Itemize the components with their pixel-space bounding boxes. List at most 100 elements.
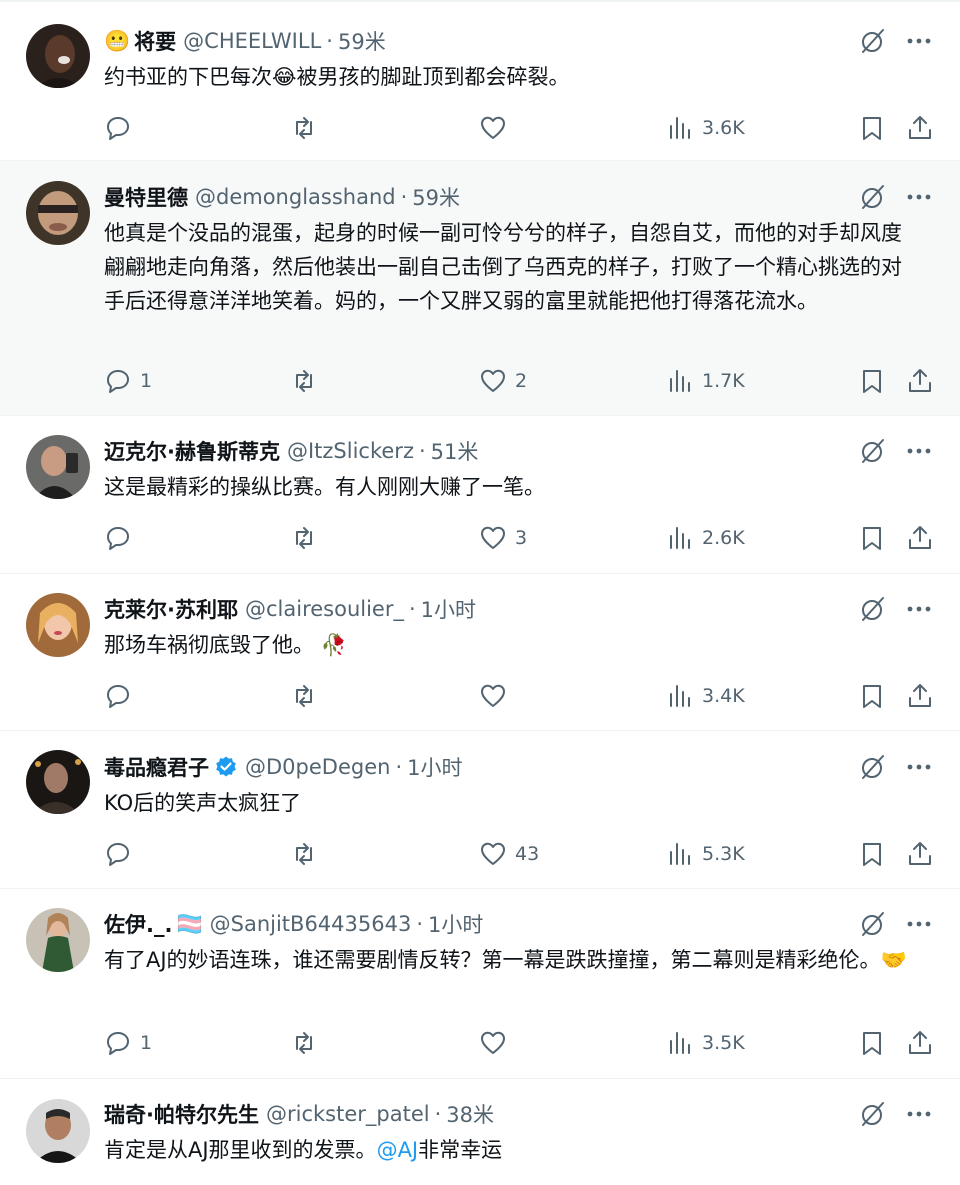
- grok-icon[interactable]: [858, 436, 888, 466]
- retweet-button[interactable]: [290, 113, 318, 143]
- tweet[interactable]: 毒品瘾君子 @D0peDegen · 1小时 KO后的笑声太疯狂了 43 5.3…: [0, 730, 960, 888]
- bookmark-button[interactable]: [858, 681, 886, 711]
- action-bar: 3.6K: [104, 113, 934, 143]
- share-icon: [909, 116, 931, 139]
- tweet[interactable]: 😬 将要 @CHEELWILL · 59米 约书亚的下巴每次😂被男孩的脚趾顶到都…: [0, 0, 960, 160]
- retweet-icon: [296, 685, 312, 707]
- share-button[interactable]: [906, 113, 934, 143]
- bookmark-button[interactable]: [858, 366, 886, 396]
- views-button[interactable]: 3.4K: [666, 681, 745, 711]
- avatar[interactable]: [26, 435, 90, 499]
- handle[interactable]: @SanjitB64435643: [210, 912, 412, 936]
- timestamp[interactable]: 59米: [412, 182, 460, 212]
- handle[interactable]: @CHEELWILL: [183, 29, 321, 53]
- bookmark-button[interactable]: [858, 1028, 886, 1058]
- reply-button[interactable]: 1: [104, 1028, 152, 1058]
- like-button[interactable]: [479, 1028, 515, 1058]
- grok-icon[interactable]: [858, 182, 888, 212]
- retweet-button[interactable]: [290, 839, 318, 869]
- tweet-text: 肯定是从AJ那里收到的发票。@AJ非常幸运: [104, 1138, 503, 1162]
- views-button[interactable]: 1.7K: [666, 366, 745, 396]
- share-button[interactable]: [906, 366, 934, 396]
- grok-icon[interactable]: [858, 909, 888, 939]
- retweet-button[interactable]: [290, 1028, 318, 1058]
- reply-button[interactable]: 1: [104, 366, 152, 396]
- more-icon[interactable]: [904, 436, 934, 466]
- more-icon[interactable]: [904, 752, 934, 782]
- like-button[interactable]: 2: [479, 366, 527, 396]
- handle[interactable]: @rickster_patel: [266, 1102, 430, 1126]
- bookmark-button[interactable]: [858, 113, 886, 143]
- tweet-text: 有了AJ的妙语连珠，谁还需要剧情反转？第一幕是跌跌撞撞，第二幕则是精彩绝伦。🤝: [104, 948, 907, 972]
- reply-button[interactable]: [104, 681, 140, 711]
- tweet[interactable]: 克莱尔·苏利耶 @clairesoulier_ · 1小时 那场车祸彻底毁了他。…: [0, 573, 960, 730]
- display-name[interactable]: 克莱尔·苏利耶: [104, 594, 238, 624]
- heart-icon: [481, 1031, 505, 1054]
- like-button[interactable]: 3: [479, 523, 527, 553]
- bookmark-button[interactable]: [858, 839, 886, 869]
- more-icon[interactable]: [904, 909, 934, 939]
- timestamp[interactable]: 1小时: [428, 909, 483, 939]
- tweet-text: 他真是个没品的混蛋，起身的时候一副可怜兮兮的样子，自怨自艾，而他的对手却风度翩翩…: [104, 221, 902, 313]
- mention-link[interactable]: @AJ: [377, 1138, 419, 1162]
- share-button[interactable]: [906, 681, 934, 711]
- timestamp[interactable]: 1小时: [407, 752, 462, 782]
- like-button[interactable]: 43: [479, 839, 539, 869]
- avatar[interactable]: [26, 1099, 90, 1163]
- tweet[interactable]: 佐伊._. 🏳️‍⚧️ @SanjitB64435643 · 1小时 有了AJ的…: [0, 888, 960, 1078]
- bookmark-icon: [863, 843, 881, 866]
- display-name[interactable]: 瑞奇·帕特尔先生: [104, 1099, 259, 1129]
- handle[interactable]: @D0peDegen: [245, 755, 390, 779]
- like-button[interactable]: [479, 681, 515, 711]
- timestamp[interactable]: 38米: [446, 1099, 494, 1129]
- avatar[interactable]: [26, 593, 90, 657]
- more-icon[interactable]: [904, 26, 934, 56]
- grok-icon[interactable]: [858, 594, 888, 624]
- handle[interactable]: @demonglasshand: [195, 185, 396, 209]
- grok-icon[interactable]: [858, 752, 888, 782]
- tweet[interactable]: 迈克尔·赫鲁斯蒂克 @ItzSlickerz · 51米 这是最精彩的操纵比赛。…: [0, 415, 960, 573]
- views-button[interactable]: 3.6K: [666, 113, 745, 143]
- grok-icon[interactable]: [858, 1099, 888, 1129]
- views-button[interactable]: 2.6K: [666, 523, 745, 553]
- retweet-button[interactable]: [290, 681, 318, 711]
- reply-button[interactable]: [104, 113, 140, 143]
- like-button[interactable]: [479, 113, 515, 143]
- avatar[interactable]: [26, 750, 90, 814]
- reply-icon: [107, 527, 129, 550]
- display-name[interactable]: 佐伊._.: [104, 909, 172, 939]
- timestamp[interactable]: 59米: [338, 26, 386, 56]
- timestamp[interactable]: 51米: [431, 436, 479, 466]
- tweet[interactable]: 曼特里德 @demonglasshand · 59米 他真是个没品的混蛋，起身的…: [0, 160, 960, 415]
- avatar[interactable]: [26, 908, 90, 972]
- heart-icon: [481, 842, 505, 865]
- retweet-button[interactable]: [290, 523, 318, 553]
- reply-button[interactable]: [104, 839, 140, 869]
- share-button[interactable]: [906, 1028, 934, 1058]
- tweet[interactable]: 瑞奇·帕特尔先生 @rickster_patel · 38米 肯定是从AJ那里收…: [0, 1078, 960, 1185]
- separator: ·: [395, 755, 403, 779]
- more-icon[interactable]: [904, 1099, 934, 1129]
- heart-icon: [481, 684, 505, 707]
- more-icon[interactable]: [904, 594, 934, 624]
- bookmark-button[interactable]: [858, 523, 886, 553]
- grok-icon[interactable]: [858, 26, 888, 56]
- more-icon[interactable]: [904, 182, 934, 212]
- handle[interactable]: @ItzSlickerz: [287, 439, 414, 463]
- reply-icon: [107, 843, 129, 866]
- handle[interactable]: @clairesoulier_: [245, 597, 404, 621]
- display-name[interactable]: 毒品瘾君子: [104, 752, 209, 782]
- views-button[interactable]: 5.3K: [666, 839, 745, 869]
- views-button[interactable]: 3.5K: [666, 1028, 745, 1058]
- share-button[interactable]: [906, 523, 934, 553]
- display-name[interactable]: 曼特里德: [104, 182, 188, 212]
- display-name[interactable]: 将要: [134, 26, 176, 56]
- share-button[interactable]: [906, 839, 934, 869]
- timestamp[interactable]: 1小时: [421, 594, 476, 624]
- action-bar: 1 3.5K: [104, 1028, 934, 1058]
- display-name[interactable]: 迈克尔·赫鲁斯蒂克: [104, 436, 280, 466]
- retweet-button[interactable]: [290, 366, 318, 396]
- avatar[interactable]: [26, 24, 90, 88]
- reply-button[interactable]: [104, 523, 140, 553]
- avatar[interactable]: [26, 181, 90, 245]
